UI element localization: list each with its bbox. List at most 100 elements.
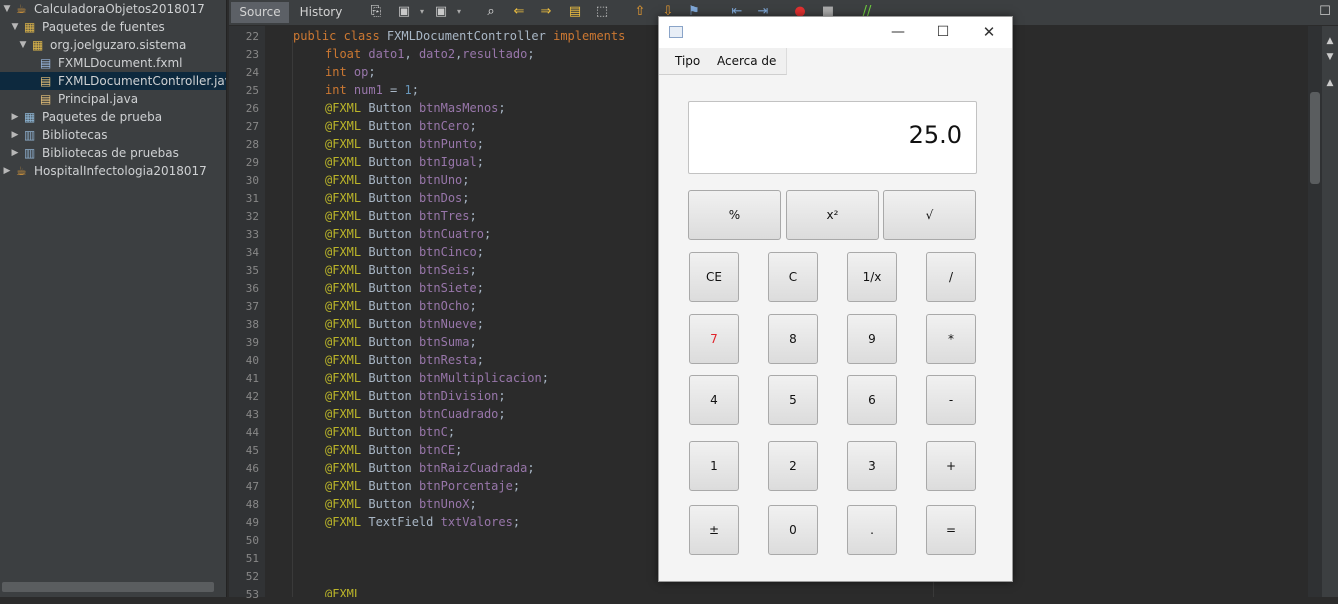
c-button[interactable]: C: [768, 252, 818, 302]
previous-bookmark-icon[interactable]: ⇧: [632, 4, 648, 20]
code-token: @FXML: [325, 227, 369, 241]
tree-item-label: Bibliotecas: [42, 128, 108, 142]
line-number: 48: [245, 498, 259, 511]
collapsed-arrow-icon[interactable]: ▶: [2, 162, 12, 180]
tree-item[interactable]: ▼ ▦ Paquetes de fuentes: [0, 18, 226, 36]
line-number: 43: [245, 408, 259, 421]
calculator-display[interactable]: 25.0: [688, 101, 977, 174]
display-value: 25.0: [908, 121, 962, 149]
tree-item[interactable]: ▤ FXMLDocument.fxml: [0, 54, 226, 72]
code-line: @FXML Button btnUnoX;: [325, 495, 477, 513]
code-token: Button: [368, 173, 419, 187]
code-token: @FXML: [325, 497, 369, 511]
plus-minus-button[interactable]: ±: [689, 505, 739, 555]
menu-tipo[interactable]: Tipo: [675, 48, 700, 74]
tree-item[interactable]: ▶ ▦ Paquetes de prueba: [0, 108, 226, 126]
zero-button[interactable]: 0: [768, 505, 818, 555]
tree-item[interactable]: ▤ Principal.java: [0, 90, 226, 108]
collapsed-arrow-icon[interactable]: ▶: [10, 108, 20, 126]
project-horizontal-scrollbar[interactable]: [2, 582, 214, 592]
vertical-scrollbar-thumb[interactable]: [1310, 92, 1320, 184]
code-token: txtValores: [440, 515, 513, 529]
source-tab[interactable]: Source: [231, 2, 289, 23]
square-button[interactable]: x²: [786, 190, 879, 240]
back-dropdown-icon[interactable]: ▾: [414, 4, 430, 20]
line-number: 52: [245, 570, 259, 583]
equals-button[interactable]: =: [926, 505, 976, 555]
find-next-icon[interactable]: ⇒: [538, 4, 554, 20]
calculator-titlebar[interactable]: — ☐ ✕: [659, 17, 1012, 48]
tree-item[interactable]: ▶ ▥ Bibliotecas de pruebas: [0, 144, 226, 162]
find-icon[interactable]: ⌕: [483, 4, 499, 20]
tree-item[interactable]: ▶ ☕ HospitalInfectologia2018017: [0, 162, 226, 180]
back-icon[interactable]: ▣: [396, 4, 412, 20]
one-button[interactable]: 1: [689, 441, 739, 491]
maximize-icon[interactable]: ☐: [920, 17, 966, 48]
expanded-arrow-icon[interactable]: ▼: [2, 0, 12, 18]
code-token: @FXML: [325, 371, 369, 385]
toggle-rect-selection-icon[interactable]: ⬚: [594, 4, 610, 20]
code-token: btnMultiplicacion: [418, 371, 542, 385]
decimal-point-button[interactable]: .: [847, 505, 897, 555]
eight-button[interactable]: 8: [768, 314, 818, 364]
minimize-icon[interactable]: —: [875, 17, 921, 48]
six-button[interactable]: 6: [847, 375, 897, 425]
close-icon[interactable]: ✕: [966, 17, 1012, 48]
three-button[interactable]: 3: [847, 441, 897, 491]
tree-item[interactable]: ▼ ☕ CalculadoraObjetos2018017: [0, 0, 226, 18]
code-token: ;: [498, 407, 506, 421]
code-token: ;: [476, 137, 484, 151]
code-token: dato2: [418, 47, 456, 61]
forward-icon[interactable]: ▣: [433, 4, 449, 20]
tree-item-label: Bibliotecas de pruebas: [42, 146, 179, 160]
forward-dropdown-icon[interactable]: ▾: [451, 4, 467, 20]
code-token: @FXML: [325, 155, 369, 169]
code-token: @FXML: [325, 353, 369, 367]
test-packages-icon: ▦: [24, 110, 36, 124]
code-token: btnIgual: [418, 155, 477, 169]
line-number: 44: [245, 426, 259, 439]
scroll-up-icon[interactable]: ▲: [1322, 36, 1338, 46]
five-button[interactable]: 5: [768, 375, 818, 425]
code-line: @FXML Button btnSeis;: [325, 261, 477, 279]
line-number: 35: [245, 264, 259, 277]
toggle-highlight-icon[interactable]: ▤: [567, 4, 583, 20]
last-edit-icon[interactable]: ⎘: [368, 4, 384, 20]
expanded-arrow-icon[interactable]: ▼: [18, 36, 28, 54]
nine-button[interactable]: 9: [847, 314, 897, 364]
four-button[interactable]: 4: [689, 375, 739, 425]
code-token: Button: [368, 119, 419, 133]
seven-button[interactable]: 7: [689, 314, 739, 364]
tree-item[interactable]: ▼ ▦ org.joelguzaro.sistema: [0, 36, 226, 54]
code-token: ;: [368, 65, 376, 79]
indent-guide: [292, 40, 293, 597]
subtract-button[interactable]: -: [926, 375, 976, 425]
line-number: 47: [245, 480, 259, 493]
divide-button[interactable]: /: [926, 252, 976, 302]
menu-acerca-de[interactable]: Acerca de: [717, 48, 776, 74]
collapsed-arrow-icon[interactable]: ▶: [10, 144, 20, 162]
percent-button[interactable]: %: [688, 190, 781, 240]
expanded-arrow-icon[interactable]: ▼: [10, 18, 20, 36]
code-token: ;: [469, 263, 477, 277]
history-tab[interactable]: History: [291, 2, 351, 23]
code-token: @FXML: [325, 209, 369, 223]
maximize-editor-icon[interactable]: ☐: [1317, 4, 1333, 20]
ce-button[interactable]: CE: [689, 252, 739, 302]
project-panel: ▼ ☕ CalculadoraObjetos2018017 ▼ ▦ Paquetes de…: [0, 0, 232, 597]
tree-item[interactable]: ▤ FXMLDocumentController.jav: [0, 72, 232, 90]
two-button[interactable]: 2: [768, 441, 818, 491]
add-button[interactable]: +: [926, 441, 976, 491]
scroll-up-icon[interactable]: ▲: [1322, 78, 1338, 88]
code-line: @FXML Button btnCinco;: [325, 243, 484, 261]
code-token: @FXML: [325, 101, 369, 115]
line-number: 34: [245, 246, 259, 259]
code-token: Button: [368, 137, 419, 151]
scroll-down-icon[interactable]: ▼: [1322, 52, 1338, 62]
collapsed-arrow-icon[interactable]: ▶: [10, 126, 20, 144]
find-previous-icon[interactable]: ⇐: [511, 4, 527, 20]
multiply-button[interactable]: *: [926, 314, 976, 364]
sqrt-button[interactable]: √: [883, 190, 976, 240]
tree-item[interactable]: ▶ ▥ Bibliotecas: [0, 126, 226, 144]
reciprocal-button[interactable]: 1/x: [847, 252, 897, 302]
